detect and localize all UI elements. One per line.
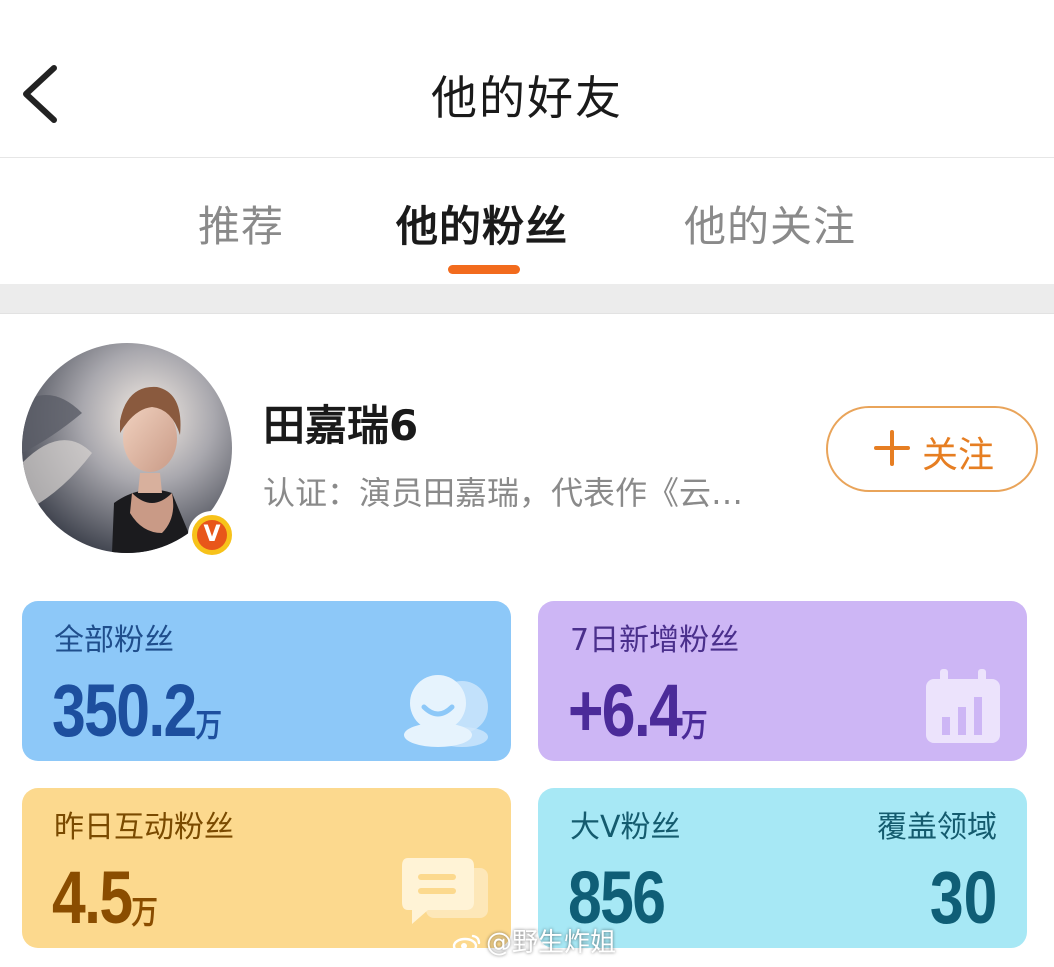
total-fans-card[interactable]: 全部粉丝 350.2万 (22, 601, 511, 761)
weibo-logo-icon (452, 934, 481, 954)
header-bar: 他的好友 (0, 0, 1054, 158)
page-title: 他的好友 (431, 71, 623, 125)
new-fans-7d-unit: 万 (681, 707, 708, 743)
calendar-chart-icon (926, 669, 1000, 743)
tab-recommended[interactable]: 推荐 (198, 193, 284, 254)
active-fans-yesterday-unit: 万 (131, 894, 158, 930)
follow-button-label: 关注 (922, 435, 995, 476)
plus-icon (872, 428, 912, 468)
new-fans-7d-label: 7日新增粉丝 (570, 623, 740, 658)
coverage-domain-label: 覆盖领域 (877, 810, 997, 845)
user-name[interactable]: 田嘉瑞6 (263, 392, 418, 453)
tab-bar: 推荐 他的粉丝 他的关注 (0, 159, 1054, 284)
active-fans-yesterday-label: 昨日互动粉丝 (54, 810, 234, 845)
new-fans-7d-card[interactable]: 7日新增粉丝 +6.4万 (538, 601, 1027, 761)
verified-v-badge-icon: V (188, 511, 236, 559)
watermark-text: @野生炸姐 (486, 928, 617, 958)
active-tab-indicator (448, 265, 520, 274)
total-fans-unit: 万 (195, 707, 222, 743)
watermark: @野生炸姐 (452, 922, 616, 959)
new-fans-7d-value: +6.4万 (568, 669, 708, 752)
fans-group-icon (404, 675, 488, 747)
active-fans-yesterday-card[interactable]: 昨日互动粉丝 4.5万 (22, 788, 511, 948)
verified-v-badge-letter: V (197, 520, 227, 550)
active-fans-yesterday-value: 4.5万 (52, 856, 158, 939)
bigv-fans-label: 大V粉丝 (570, 810, 681, 845)
tab-his-following[interactable]: 他的关注 (684, 193, 856, 254)
total-fans-label: 全部粉丝 (54, 623, 174, 658)
tab-his-fans[interactable]: 他的粉丝 (396, 193, 568, 254)
total-fans-value: 350.2万 (52, 669, 222, 752)
verification-text: 认证：演员田嘉瑞，代表作《云… (263, 474, 744, 512)
coverage-domain-value: 30 (929, 856, 997, 939)
follow-button[interactable]: 关注 (826, 406, 1038, 492)
section-divider (0, 284, 1054, 314)
